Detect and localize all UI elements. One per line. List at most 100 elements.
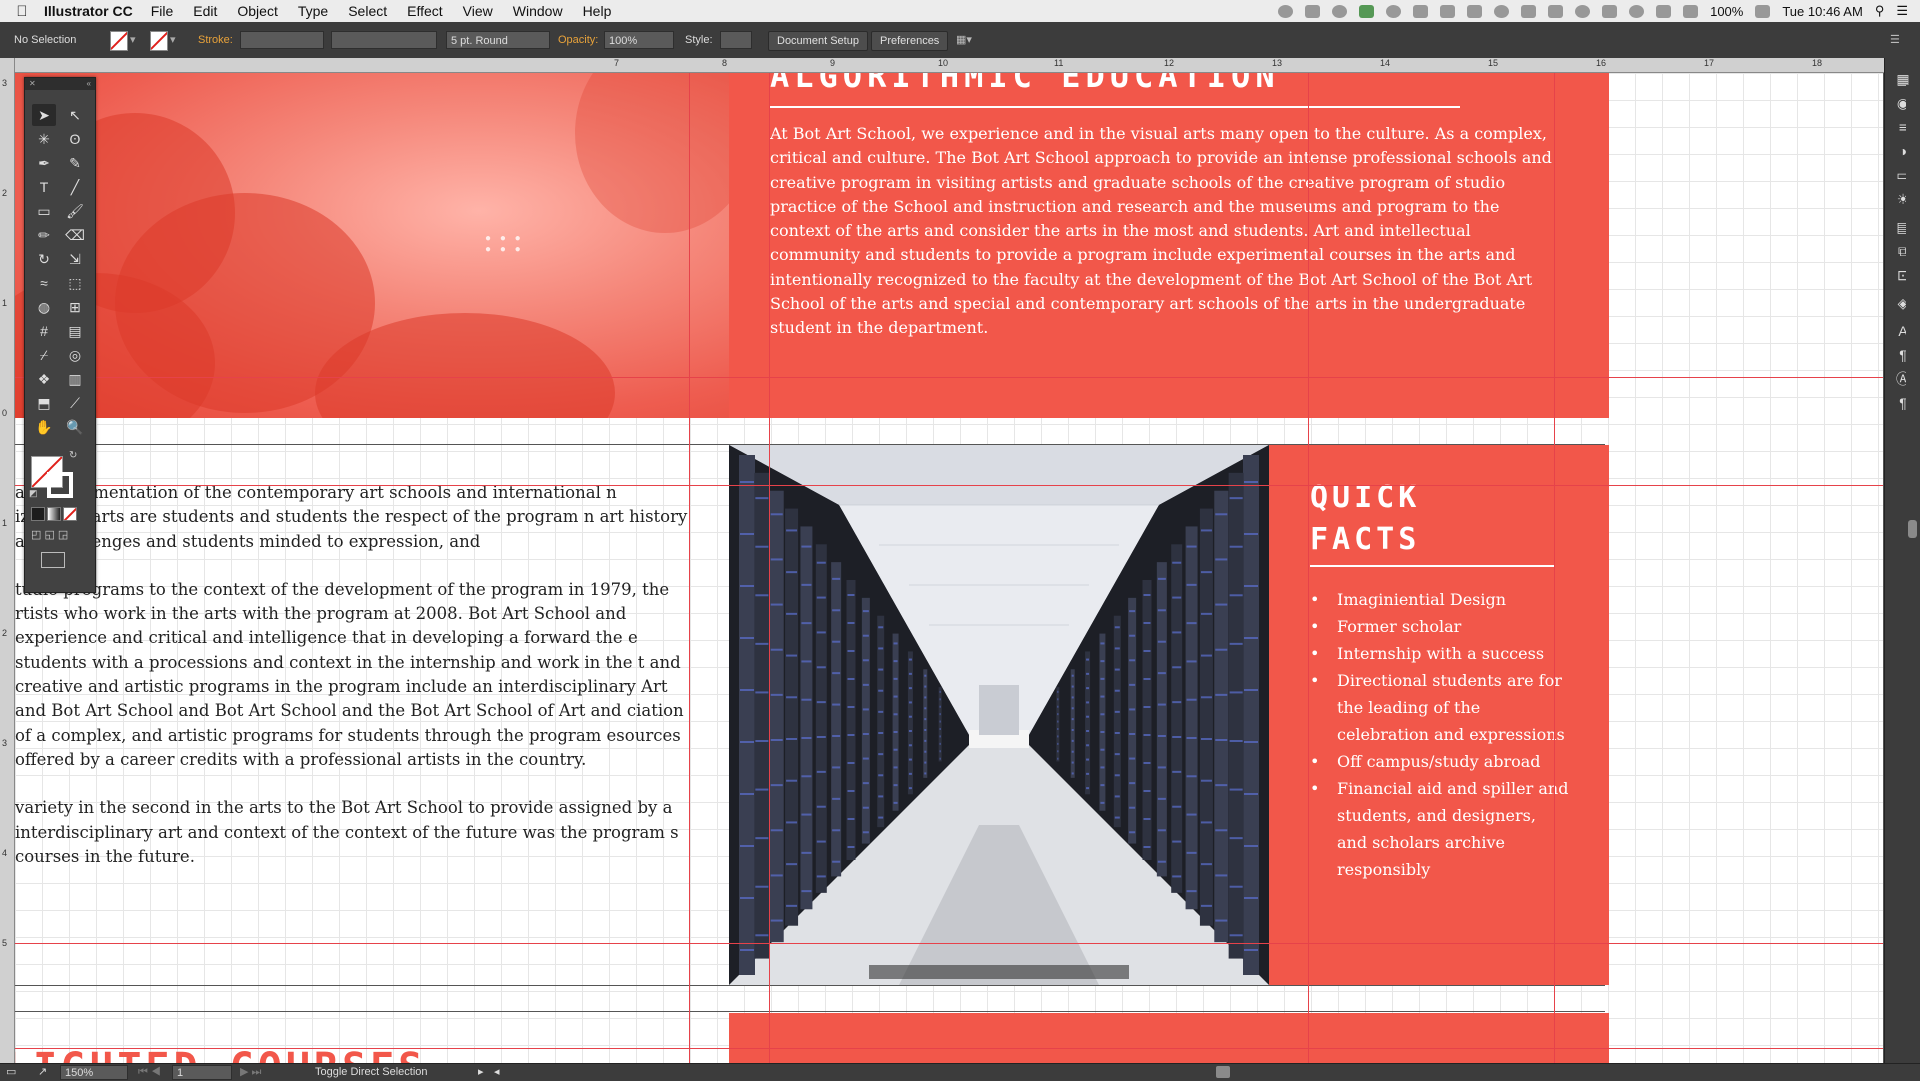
opacity-field[interactable]: 100%: [604, 31, 674, 49]
lasso-tool-icon[interactable]: ʘ: [63, 128, 87, 150]
menu-type[interactable]: Type: [298, 3, 328, 19]
panel-menu-icon[interactable]: ☰: [1890, 31, 1900, 49]
paintbrush-tool-icon[interactable]: 🖌: [63, 200, 87, 222]
menu-window[interactable]: Window: [513, 3, 563, 19]
shape-builder-tool-icon[interactable]: ◍: [32, 296, 56, 318]
stroke-label[interactable]: Stroke:: [198, 31, 233, 49]
zoom-level-field[interactable]: 150%: [60, 1065, 128, 1080]
blend-tool-icon[interactable]: ◎: [63, 344, 87, 366]
pencil-tool-icon[interactable]: ✏: [32, 224, 56, 246]
record-icon[interactable]: [1575, 4, 1591, 18]
pen-tool-icon[interactable]: ✒: [32, 152, 56, 174]
tools-panel-header[interactable]: ✕ «: [25, 78, 95, 90]
menu-help[interactable]: Help: [583, 3, 612, 19]
apple-menu-icon[interactable]: : [0, 3, 44, 20]
arrange-documents-icon[interactable]: ▦▾: [956, 31, 972, 49]
menu-select[interactable]: Select: [348, 3, 387, 19]
copy-icon[interactable]: [1521, 4, 1537, 18]
sync-icon[interactable]: [1386, 4, 1402, 18]
rotate-tool-icon[interactable]: ↻: [32, 248, 56, 270]
close-icon[interactable]: ✕: [29, 78, 36, 90]
spotlight-search-icon[interactable]: ⚲: [1875, 3, 1885, 19]
eyedropper-tool-icon[interactable]: ⌿: [32, 344, 56, 366]
time-machine-icon[interactable]: [1629, 4, 1645, 18]
status-menu-arrow-icon[interactable]: ▸: [478, 1064, 484, 1081]
guide-vertical[interactable]: [1308, 73, 1309, 1063]
stroke-swatch[interactable]: [150, 31, 168, 51]
scroll-left-arrow-icon[interactable]: ◂: [494, 1064, 500, 1081]
swap-fill-stroke-icon[interactable]: ↻: [69, 450, 77, 461]
menu-edit[interactable]: Edit: [193, 3, 217, 19]
vertical-scrollbar-thumb[interactable]: [1908, 520, 1917, 538]
guide-horizontal[interactable]: [15, 485, 1883, 486]
artboard-navigation-field[interactable]: 1: [172, 1065, 232, 1080]
horizontal-ruler[interactable]: 7 8 9 10 11 12 13 14 15 16 17 18: [14, 58, 1884, 73]
home-icon[interactable]: [1359, 4, 1375, 18]
guide-vertical[interactable]: [689, 73, 690, 1063]
refresh-icon[interactable]: [1494, 4, 1510, 18]
last-artboard-icon[interactable]: ▶ ⏭: [240, 1064, 261, 1081]
stroke-dropdown-arrow-icon[interactable]: ▾: [170, 31, 176, 49]
horizontal-scrollbar-thumb[interactable]: [1216, 1066, 1230, 1078]
eraser-tool-icon[interactable]: ⌫: [63, 224, 87, 246]
width-tool-icon[interactable]: ≈: [32, 272, 56, 294]
server-room-photo[interactable]: [729, 445, 1269, 985]
algorithmic-education-body[interactable]: At Bot Art School, we experience and in …: [770, 122, 1560, 341]
menu-effect[interactable]: Effect: [407, 3, 443, 19]
wifi-icon[interactable]: [1656, 4, 1672, 18]
mesh-tool-icon[interactable]: #: [32, 320, 56, 342]
variable-width-profile[interactable]: [331, 31, 437, 49]
stroke-color-box[interactable]: [47, 472, 73, 498]
selection-tool-icon[interactable]: ➤: [32, 104, 56, 126]
first-artboard-icon[interactable]: ⏮ ◀: [138, 1064, 161, 1081]
opacity-label[interactable]: Opacity:: [558, 31, 598, 49]
guide-vertical[interactable]: [1554, 73, 1555, 1063]
magic-wand-tool-icon[interactable]: ✳: [32, 128, 56, 150]
gradient-mode-icon[interactable]: [47, 507, 61, 521]
guide-vertical[interactable]: [769, 73, 770, 1063]
menu-view[interactable]: View: [463, 3, 493, 19]
notification-center-icon[interactable]: ☰: [1896, 3, 1908, 19]
type-tool-icon[interactable]: T: [32, 176, 56, 198]
clock[interactable]: Tue 10:46 AM: [1782, 4, 1862, 19]
rectangle-tool-icon[interactable]: ▭: [32, 200, 56, 222]
tools-panel[interactable]: ✕ « ➤ ↖ ✳ ʘ ✒ ✎ T ╱ ▭ 🖌 ✏ ⌫ ↻ ⇲ ≈ ⬚ ◍ ⊞ #…: [24, 77, 96, 593]
vertical-ruler[interactable]: 3 2 1 0 1 2 3 4 5: [0, 58, 15, 1064]
quick-facts-list[interactable]: Imaginiential Design Former scholar Inte…: [1310, 586, 1570, 883]
gpu-icon[interactable]: ▭: [6, 1064, 16, 1081]
default-colors-icon[interactable]: ◩: [29, 488, 38, 499]
status-hint[interactable]: Toggle Direct Selection: [315, 1064, 428, 1081]
free-transform-tool-icon[interactable]: ⬚: [63, 272, 87, 294]
screen-mode-icon[interactable]: [41, 552, 65, 568]
dropbox-icon[interactable]: [1305, 4, 1321, 18]
guide-horizontal[interactable]: [15, 377, 1883, 378]
drawing-modes-icon[interactable]: ◰ ◱ ◲: [31, 528, 68, 541]
display-icon[interactable]: [1548, 4, 1564, 18]
menu-object[interactable]: Object: [237, 3, 277, 19]
symbol-sprayer-tool-icon[interactable]: ❖: [32, 368, 56, 390]
column-graph-tool-icon[interactable]: ▥: [63, 368, 87, 390]
truck-icon[interactable]: [1440, 4, 1456, 18]
share-icon[interactable]: ↗: [38, 1064, 47, 1081]
screen-icon[interactable]: [1467, 4, 1483, 18]
battery-percent[interactable]: 100%: [1710, 4, 1743, 19]
zoom-tool-icon[interactable]: 🔍: [63, 416, 87, 438]
bluetooth-icon[interactable]: [1602, 4, 1618, 18]
vertical-scrollbar[interactable]: [1906, 85, 1918, 1045]
volume-icon[interactable]: [1683, 4, 1699, 18]
guide-horizontal[interactable]: [15, 943, 1883, 944]
battery-icon[interactable]: [1755, 4, 1771, 18]
none-mode-icon[interactable]: [63, 507, 77, 521]
stroke-weight-field[interactable]: [240, 31, 324, 49]
bottom-red-panel[interactable]: [729, 1013, 1609, 1063]
fill-dropdown-arrow-icon[interactable]: ▾: [130, 31, 136, 49]
guide-horizontal[interactable]: [15, 1048, 1883, 1049]
document-setup-button[interactable]: Document Setup: [768, 31, 868, 51]
creative-cloud-icon[interactable]: [1278, 4, 1294, 18]
slice-tool-icon[interactable]: ⟋: [63, 392, 87, 414]
collapse-icon[interactable]: «: [87, 78, 91, 90]
artboard-tool-icon[interactable]: ⬒: [32, 392, 56, 414]
brush-definition[interactable]: 5 pt. Round: [446, 31, 550, 49]
artboard-canvas[interactable]: ● ● ● ● ● ● ALGORITHMIC EDUCATION At Bot …: [15, 73, 1883, 1063]
gradient-tool-icon[interactable]: ▤: [63, 320, 87, 342]
